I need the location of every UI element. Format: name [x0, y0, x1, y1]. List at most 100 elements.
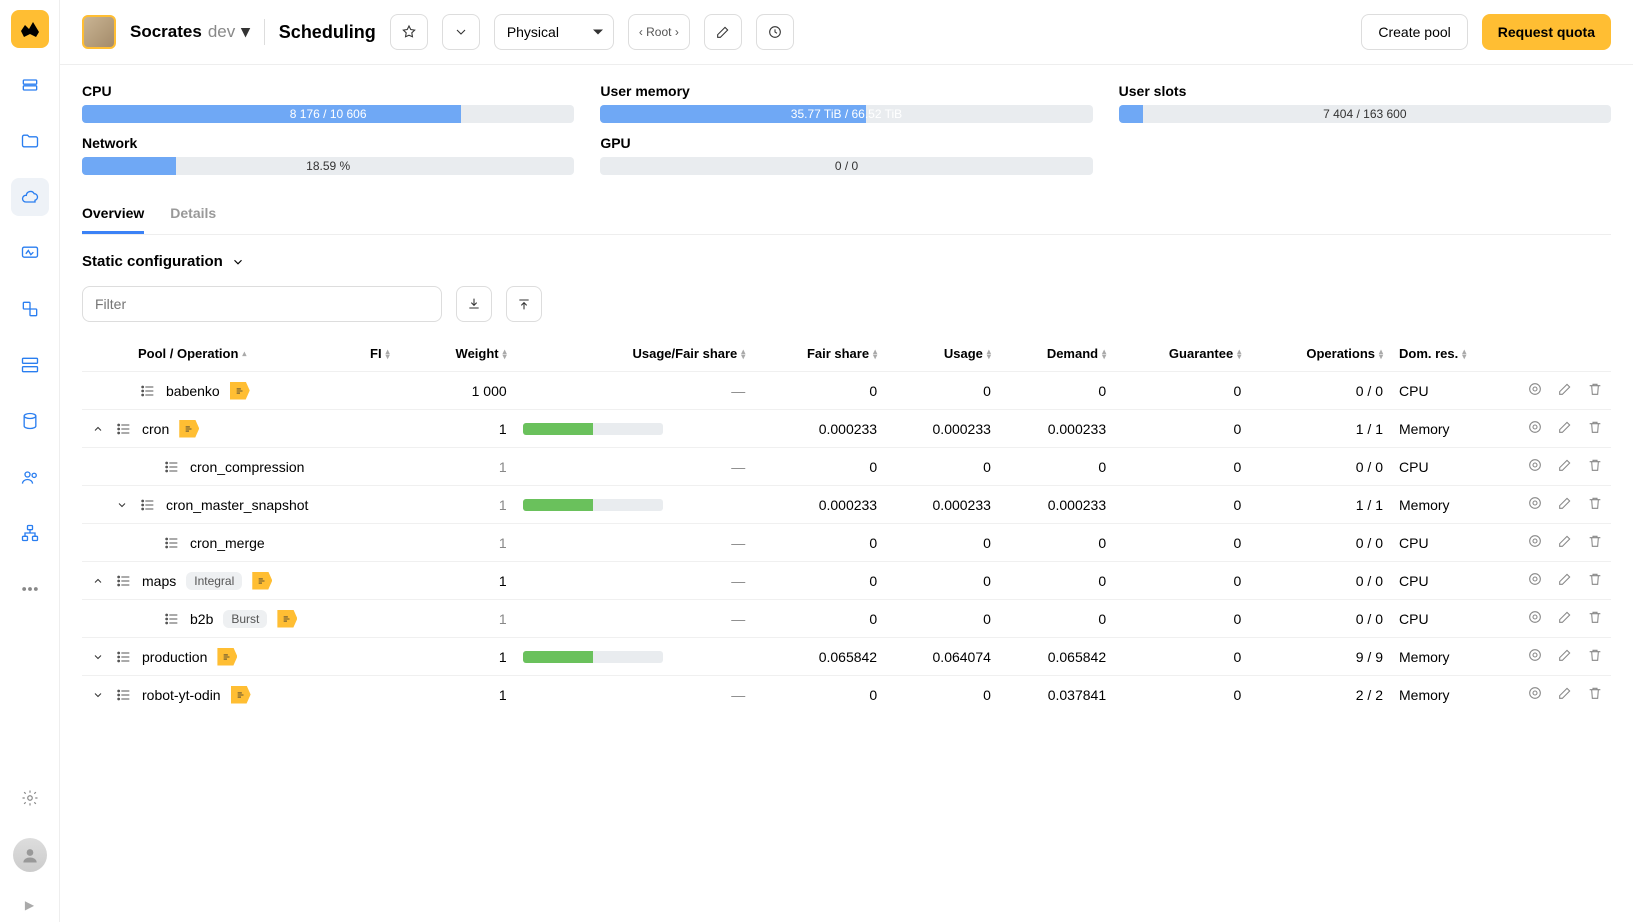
- col-fi[interactable]: FI ▴▾: [370, 346, 390, 361]
- filter-input[interactable]: [82, 286, 442, 322]
- link-icon[interactable]: [1527, 457, 1543, 476]
- row-name[interactable]: production: [142, 649, 207, 665]
- nav-replication[interactable]: [11, 290, 49, 328]
- cluster-avatar[interactable]: [82, 15, 116, 49]
- gauge-title: User slots: [1119, 83, 1611, 99]
- delete-icon[interactable]: [1587, 457, 1603, 476]
- edit-icon[interactable]: [1557, 381, 1573, 400]
- cpu-bar-label: 8 176 / 10 606: [290, 107, 367, 121]
- operations-cell: 0 / 0: [1249, 372, 1391, 410]
- collapse-sidebar-icon[interactable]: ▶: [25, 898, 34, 912]
- pool-icon: [164, 535, 180, 551]
- edit-icon[interactable]: [1557, 495, 1573, 514]
- table-row: cron_compression1—00000 / 0CPU: [82, 448, 1611, 486]
- link-icon[interactable]: [1527, 495, 1543, 514]
- link-icon[interactable]: [1527, 381, 1543, 400]
- caret-up-icon[interactable]: [90, 573, 106, 589]
- nav-hosts[interactable]: [11, 346, 49, 384]
- delete-icon[interactable]: [1587, 381, 1603, 400]
- user-avatar[interactable]: [13, 838, 47, 872]
- row-name[interactable]: cron_master_snapshot: [166, 497, 308, 513]
- link-icon[interactable]: [1527, 609, 1543, 628]
- sort-icon: ▴▾: [741, 349, 745, 359]
- main-area: Socrates dev ▾ Scheduling Physical ‹ Roo…: [60, 0, 1633, 922]
- caret-up-icon[interactable]: [90, 421, 106, 437]
- nav-files[interactable]: [11, 122, 49, 160]
- link-icon[interactable]: [1527, 685, 1543, 704]
- link-icon[interactable]: [1527, 419, 1543, 438]
- section-static-config[interactable]: Static configuration: [82, 253, 1611, 270]
- link-icon[interactable]: [1527, 647, 1543, 666]
- caret-down-icon[interactable]: [114, 497, 130, 513]
- link-icon[interactable]: [1527, 571, 1543, 590]
- col-dom-res[interactable]: Dom. res. ▴▾: [1399, 346, 1466, 361]
- delete-icon[interactable]: [1587, 647, 1603, 666]
- download-button[interactable]: [456, 286, 492, 322]
- nav-cloud[interactable]: [11, 178, 49, 216]
- edit-icon[interactable]: [1557, 419, 1573, 438]
- gauge-title: Network: [82, 135, 574, 151]
- time-settings-button[interactable]: [756, 14, 794, 50]
- col-weight[interactable]: Weight ▴▾: [456, 346, 507, 361]
- edit-icon[interactable]: [1557, 609, 1573, 628]
- edit-icon[interactable]: [1557, 647, 1573, 666]
- tag-icon: [230, 382, 250, 400]
- col-label: Operations: [1306, 346, 1375, 361]
- favorite-list-button[interactable]: [442, 14, 480, 50]
- nav-structure[interactable]: [11, 514, 49, 552]
- row-name[interactable]: babenko: [166, 383, 220, 399]
- nav-disks[interactable]: [11, 66, 49, 104]
- app-logo[interactable]: [11, 10, 49, 48]
- create-pool-label: Create pool: [1378, 24, 1450, 40]
- pools-table: Pool / Operation ▴ FI ▴▾ Weight ▴▾ Usage…: [82, 336, 1611, 713]
- upload-button[interactable]: [506, 286, 542, 322]
- nav-more[interactable]: [11, 570, 49, 608]
- row-name[interactable]: cron_compression: [190, 459, 304, 475]
- tab-details[interactable]: Details: [170, 199, 216, 234]
- mode-select[interactable]: Physical: [494, 14, 614, 50]
- row-name[interactable]: b2b: [190, 611, 213, 627]
- usage-cell: 0.064074: [885, 638, 999, 676]
- chevron-down-icon: [231, 255, 245, 269]
- edit-icon[interactable]: [1557, 571, 1573, 590]
- edit-icon[interactable]: [1557, 457, 1573, 476]
- settings-icon[interactable]: [21, 789, 39, 810]
- row-name[interactable]: maps: [142, 573, 176, 589]
- col-usage[interactable]: Usage ▴▾: [944, 346, 991, 361]
- nav-users[interactable]: [11, 458, 49, 496]
- delete-icon[interactable]: [1587, 419, 1603, 438]
- tag-icon: [231, 686, 251, 704]
- row-name[interactable]: robot-yt-odin: [142, 687, 221, 703]
- favorite-button[interactable]: [390, 14, 428, 50]
- col-fair-share[interactable]: Fair share ▴▾: [807, 346, 877, 361]
- delete-icon[interactable]: [1587, 609, 1603, 628]
- col-demand[interactable]: Demand ▴▾: [1047, 346, 1106, 361]
- delete-icon[interactable]: [1587, 495, 1603, 514]
- request-quota-button[interactable]: Request quota: [1482, 14, 1611, 50]
- edit-icon[interactable]: [1557, 533, 1573, 552]
- col-name[interactable]: Pool / Operation ▴: [138, 346, 246, 361]
- pool-icon: [140, 497, 156, 513]
- edit-icon[interactable]: [1557, 685, 1573, 704]
- usage-cell: 0.000233: [885, 410, 999, 448]
- col-guarantee[interactable]: Guarantee ▴▾: [1169, 346, 1241, 361]
- delete-icon[interactable]: [1587, 533, 1603, 552]
- tab-overview[interactable]: Overview: [82, 199, 144, 234]
- delete-icon[interactable]: [1587, 571, 1603, 590]
- col-operations[interactable]: Operations ▴▾: [1306, 346, 1383, 361]
- caret-down-icon[interactable]: [90, 687, 106, 703]
- weight-cell: 1: [412, 448, 515, 486]
- breadcrumb[interactable]: ‹ Root ›: [628, 14, 690, 50]
- create-pool-button[interactable]: Create pool: [1361, 14, 1467, 50]
- link-icon[interactable]: [1527, 533, 1543, 552]
- edit-button[interactable]: [704, 14, 742, 50]
- row-name[interactable]: cron: [142, 421, 169, 437]
- col-usage-fair[interactable]: Usage/Fair share ▴▾: [633, 346, 746, 361]
- nav-monitor[interactable]: [11, 234, 49, 272]
- cluster-selector[interactable]: Socrates dev ▾: [130, 22, 250, 42]
- delete-icon[interactable]: [1587, 685, 1603, 704]
- row-name[interactable]: cron_merge: [190, 535, 265, 551]
- caret-spacer: [138, 535, 154, 551]
- caret-down-icon[interactable]: [90, 649, 106, 665]
- nav-storage[interactable]: [11, 402, 49, 440]
